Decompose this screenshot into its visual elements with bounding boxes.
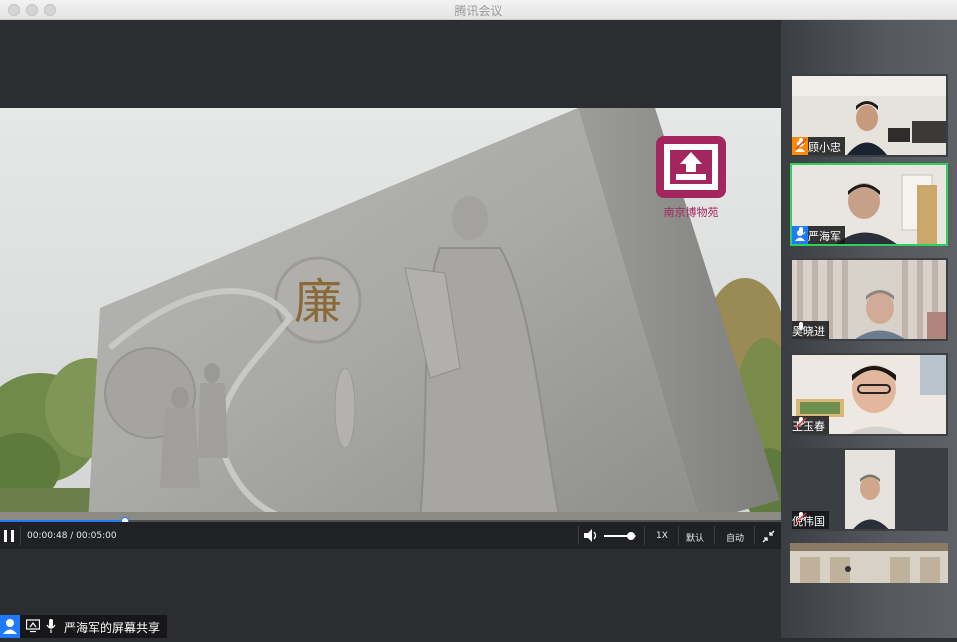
participant-tile[interactable]: 王玉春 — [790, 353, 948, 436]
participant-name: 严海军 — [808, 230, 841, 243]
video-player-controls: 00:00:48 / 00:05:00 1X 默认 自动 — [0, 522, 781, 549]
user-icon — [0, 615, 20, 638]
stone-character: 廉 — [294, 274, 342, 330]
video-watermark: 南京博物苑 — [664, 205, 719, 219]
participant-name-tag: 倪伟国 — [792, 511, 829, 529]
video-time-display: 00:00:48 / 00:05:00 — [27, 531, 117, 541]
screen-share-icon — [26, 619, 40, 633]
mic-icon — [796, 322, 806, 330]
quality-button[interactable]: 默认 — [686, 531, 704, 544]
participant-tile-partial[interactable] — [790, 543, 948, 583]
controls-divider — [578, 526, 579, 545]
participant-tile[interactable]: 顾小忠 — [790, 74, 948, 157]
shared-screen-area: 廉 南京博物苑 00:00:48 / 00:05:00 1X 默认 自动 严海军… — [0, 20, 781, 638]
participant-name-tag: 顾小忠 — [792, 137, 845, 155]
video-content-image: 廉 南京博物苑 — [0, 108, 781, 522]
participant-tile[interactable]: 倪伟国 — [790, 448, 948, 531]
participant-tile[interactable]: 吴晓进 — [790, 258, 948, 341]
mode-button[interactable]: 自动 — [726, 531, 744, 544]
mic-muted-icon — [795, 417, 807, 429]
mic-icon — [796, 227, 806, 235]
controls-divider — [644, 526, 645, 545]
controls-divider — [714, 526, 715, 545]
participant-name-tag: 吴晓进 — [792, 321, 829, 339]
controls-divider — [20, 526, 21, 545]
screen-share-tag: 严海军的屏幕共享 — [0, 615, 167, 638]
mic-muted-icon — [795, 512, 807, 524]
pause-icon[interactable] — [4, 530, 14, 542]
participant-name: 顾小忠 — [808, 141, 841, 154]
playback-speed-button[interactable]: 1X — [656, 531, 668, 541]
screen-share-label: 严海军的屏幕共享 — [64, 621, 161, 635]
window-title: 腾讯会议 — [454, 4, 503, 18]
participant-name-tag: 王玉春 — [792, 416, 829, 434]
mic-icon — [46, 619, 56, 633]
controls-divider — [754, 526, 755, 545]
controls-divider — [678, 526, 679, 545]
participant-video — [790, 543, 948, 583]
shared-video-frame[interactable]: 廉 南京博物苑 — [0, 108, 781, 522]
volume-slider[interactable] — [604, 532, 636, 540]
participant-name-tag: 严海军 — [792, 226, 845, 244]
window-titlebar: 腾讯会议 — [0, 0, 957, 20]
participant-tile-active[interactable]: 严海军 — [790, 163, 948, 246]
volume-slider-knob[interactable] — [627, 532, 636, 540]
exit-fullscreen-icon[interactable] — [762, 530, 775, 543]
mic-muted-icon — [795, 138, 807, 150]
volume-icon[interactable] — [584, 529, 598, 542]
